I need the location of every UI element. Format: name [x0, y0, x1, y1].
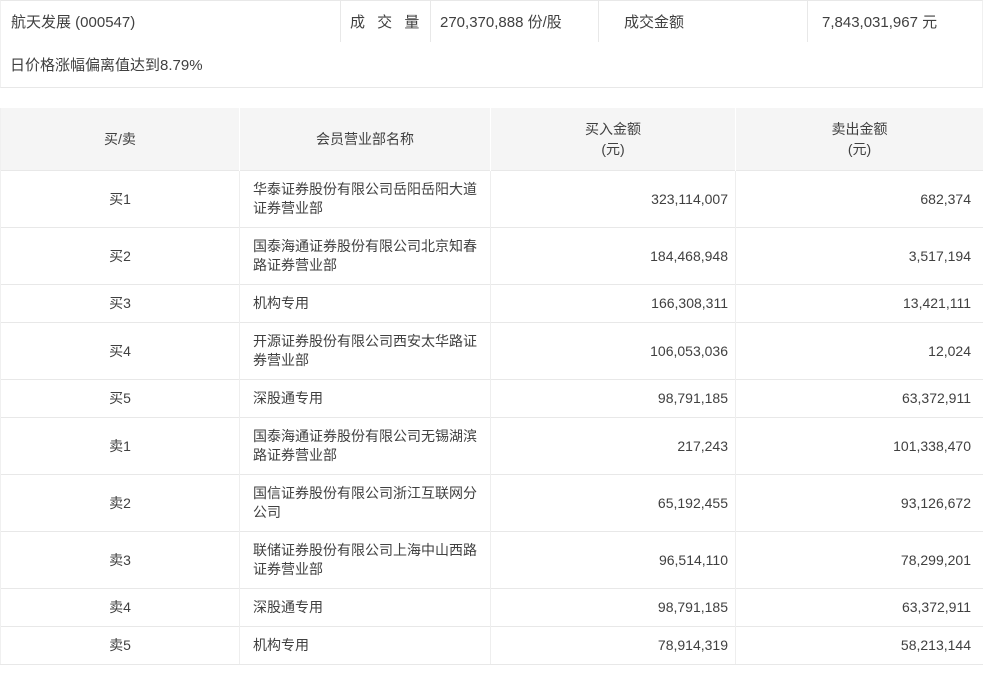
side-cell: 买2 — [1, 228, 240, 285]
notice-text: 日价格涨幅偏离值达到8.79% — [10, 54, 203, 75]
buy-amount-cell: 98,791,185 — [491, 589, 736, 627]
table-row: 买1 华泰证券股份有限公司岳阳岳阳大道证券营业部 323,114,007 682… — [1, 171, 983, 228]
sell-amount-cell: 63,372,911 — [736, 380, 983, 418]
buy-amount-cell: 323,114,007 — [491, 171, 736, 228]
branch-cell: 华泰证券股份有限公司岳阳岳阳大道证券营业部 — [240, 171, 491, 228]
branch-cell: 深股通专用 — [240, 589, 491, 627]
side-cell: 卖2 — [1, 475, 240, 532]
volume-label: 成 交 量 — [341, 1, 431, 42]
side-cell: 卖1 — [1, 418, 240, 475]
branch-cell: 国信证券股份有限公司浙江互联网分公司 — [240, 475, 491, 532]
side-cell: 卖4 — [1, 589, 240, 627]
table-header: 买/卖 会员营业部名称 买入金额 (元) 卖出金额 (元) — [1, 108, 983, 171]
side-cell: 买1 — [1, 171, 240, 228]
table-body: 买1 华泰证券股份有限公司岳阳岳阳大道证券营业部 323,114,007 682… — [1, 171, 983, 665]
side-cell: 买5 — [1, 380, 240, 418]
branch-cell: 深股通专用 — [240, 380, 491, 418]
table-row: 买4 开源证券股份有限公司西安太华路证券营业部 106,053,036 12,0… — [1, 323, 983, 380]
buy-amount-cell: 166,308,311 — [491, 285, 736, 323]
buy-amount-cell: 184,468,948 — [491, 228, 736, 285]
table-row: 卖3 联储证券股份有限公司上海中山西路证券营业部 96,514,110 78,2… — [1, 532, 983, 589]
sell-amount-cell: 93,126,672 — [736, 475, 983, 532]
stock-summary-bar: 航天发展 (000547) 成 交 量 270,370,888 份/股 成交金额… — [0, 0, 983, 42]
sell-amount-cell: 3,517,194 — [736, 228, 983, 285]
col-header-branch: 会员营业部名称 — [240, 108, 491, 171]
buy-amount-cell: 98,791,185 — [491, 380, 736, 418]
buy-amount-cell: 106,053,036 — [491, 323, 736, 380]
buy-amount-cell: 78,914,319 — [491, 627, 736, 665]
table-row: 卖2 国信证券股份有限公司浙江互联网分公司 65,192,455 93,126,… — [1, 475, 983, 532]
sell-amount-cell: 101,338,470 — [736, 418, 983, 475]
buy-amount-cell: 96,514,110 — [491, 532, 736, 589]
sell-amount-cell: 63,372,911 — [736, 589, 983, 627]
sell-amount-cell: 58,213,144 — [736, 627, 983, 665]
table-row: 买5 深股通专用 98,791,185 63,372,911 — [1, 380, 983, 418]
side-cell: 买4 — [1, 323, 240, 380]
branch-cell: 开源证券股份有限公司西安太华路证券营业部 — [240, 323, 491, 380]
price-deviation-notice: 日价格涨幅偏离值达到8.79% — [0, 42, 983, 88]
col-header-sell: 卖出金额 (元) — [736, 108, 983, 171]
side-cell: 买3 — [1, 285, 240, 323]
turnover-value: 7,843,031,967 元 — [808, 1, 982, 42]
branch-cell: 机构专用 — [240, 285, 491, 323]
side-cell: 卖3 — [1, 532, 240, 589]
table-row: 买3 机构专用 166,308,311 13,421,111 — [1, 285, 983, 323]
col-header-side: 买/卖 — [1, 108, 240, 171]
table-row: 买2 国泰海通证券股份有限公司北京知春路证券营业部 184,468,948 3,… — [1, 228, 983, 285]
side-cell: 卖5 — [1, 627, 240, 665]
branch-cell: 国泰海通证券股份有限公司无锡湖滨路证券营业部 — [240, 418, 491, 475]
sell-amount-cell: 78,299,201 — [736, 532, 983, 589]
buy-amount-cell: 217,243 — [491, 418, 736, 475]
branch-cell: 联储证券股份有限公司上海中山西路证券营业部 — [240, 532, 491, 589]
col-header-buy: 买入金额 (元) — [491, 108, 736, 171]
table-row: 卖5 机构专用 78,914,319 58,213,144 — [1, 627, 983, 665]
branch-cell: 国泰海通证券股份有限公司北京知春路证券营业部 — [240, 228, 491, 285]
volume-value: 270,370,888 份/股 — [431, 1, 599, 42]
sell-amount-cell: 13,421,111 — [736, 285, 983, 323]
buy-amount-cell: 65,192,455 — [491, 475, 736, 532]
turnover-label: 成交金额 — [599, 1, 808, 42]
sell-amount-cell: 12,024 — [736, 323, 983, 380]
table-row: 卖4 深股通专用 98,791,185 63,372,911 — [1, 589, 983, 627]
broker-seats-table: 买/卖 会员营业部名称 买入金额 (元) 卖出金额 (元) 买1 华泰证券股份有… — [0, 108, 983, 665]
sell-amount-cell: 682,374 — [736, 171, 983, 228]
spacer — [0, 88, 983, 108]
stock-name-code: 航天发展 (000547) — [1, 1, 341, 42]
branch-cell: 机构专用 — [240, 627, 491, 665]
table-row: 卖1 国泰海通证券股份有限公司无锡湖滨路证券营业部 217,243 101,33… — [1, 418, 983, 475]
